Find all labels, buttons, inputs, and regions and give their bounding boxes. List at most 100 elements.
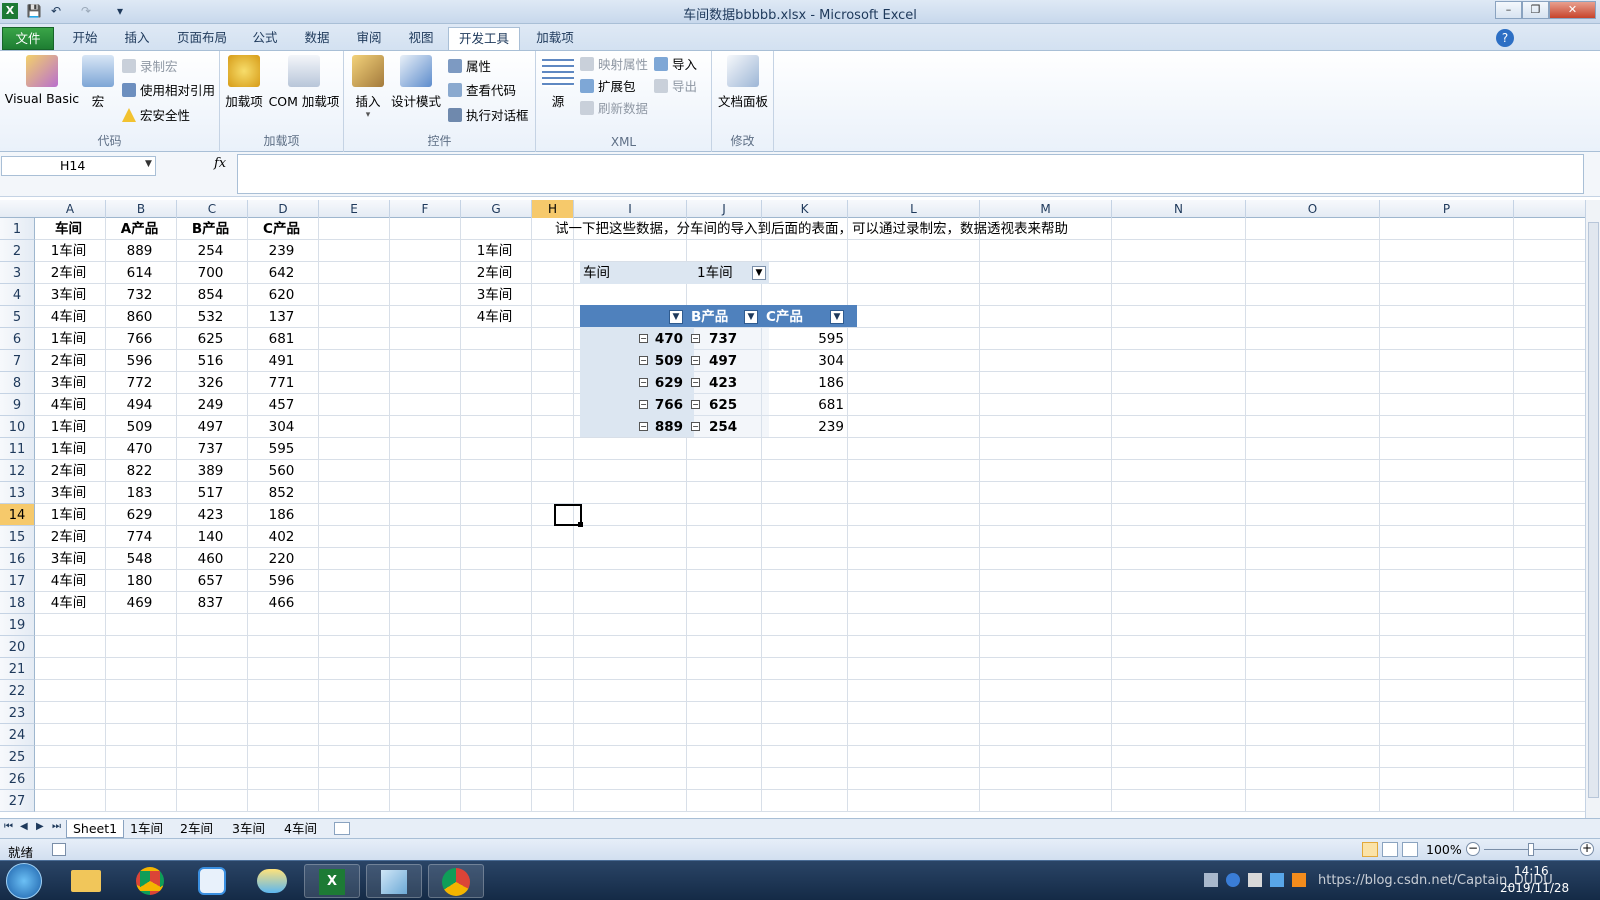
table-cell[interactable]: 596 bbox=[106, 350, 173, 372]
table-cell[interactable]: 620 bbox=[248, 284, 315, 306]
restore-button[interactable]: ❐ bbox=[1522, 1, 1549, 19]
taskbar-chrome-icon[interactable] bbox=[122, 864, 178, 898]
column-header-e[interactable]: E bbox=[319, 200, 390, 218]
table-cell[interactable]: 595 bbox=[248, 438, 315, 460]
taskbar-excel-icon[interactable]: X bbox=[304, 864, 360, 898]
table-cell[interactable]: 137 bbox=[248, 306, 315, 328]
taskbar-explorer-icon[interactable] bbox=[58, 864, 114, 898]
sheet-tab-sheet1[interactable]: Sheet1 bbox=[66, 820, 125, 838]
row-header-4[interactable]: 4 bbox=[0, 284, 35, 306]
formula-input[interactable] bbox=[237, 154, 1584, 194]
row-header-18[interactable]: 18 bbox=[0, 592, 35, 614]
row-header-1[interactable]: 1 bbox=[0, 218, 35, 240]
collapse-icon[interactable]: − bbox=[639, 334, 648, 343]
header-cell[interactable]: C产品 bbox=[248, 218, 315, 240]
macros-button[interactable]: 宏 bbox=[82, 55, 114, 110]
table-cell[interactable]: 470 bbox=[106, 438, 173, 460]
table-cell[interactable]: 2车间 bbox=[35, 460, 102, 482]
document-panel-button[interactable]: 文档面板 bbox=[716, 55, 770, 110]
collapse-icon[interactable]: − bbox=[691, 422, 700, 431]
row-header-21[interactable]: 21 bbox=[0, 658, 35, 680]
zoom-out-icon[interactable]: − bbox=[1466, 842, 1480, 856]
table-cell[interactable]: 657 bbox=[177, 570, 244, 592]
row-header-14[interactable]: 14 bbox=[0, 504, 35, 526]
collapse-icon[interactable]: − bbox=[639, 422, 648, 431]
table-cell[interactable]: 772 bbox=[106, 372, 173, 394]
zoom-in-icon[interactable]: + bbox=[1580, 842, 1594, 856]
table-cell[interactable]: 326 bbox=[177, 372, 244, 394]
note-text[interactable]: 试一下把这些数据，分车间的导入到后面的表面，可以通过录制宏，数据透视表来帮助 bbox=[555, 218, 1068, 240]
page-layout-view-icon[interactable] bbox=[1382, 842, 1398, 857]
column-header-p[interactable]: P bbox=[1380, 200, 1514, 218]
vertical-scrollbar[interactable] bbox=[1585, 200, 1600, 818]
table-cell[interactable]: 509 bbox=[106, 416, 173, 438]
start-button-icon[interactable] bbox=[6, 863, 42, 899]
close-button[interactable]: ✕ bbox=[1549, 1, 1596, 19]
row-header-15[interactable]: 15 bbox=[0, 526, 35, 548]
pivot-value[interactable]: 595 bbox=[762, 328, 844, 350]
header-cell[interactable]: B产品 bbox=[177, 218, 244, 240]
table-cell[interactable]: 700 bbox=[177, 262, 244, 284]
record-macro-button[interactable]: 录制宏 bbox=[122, 57, 178, 77]
row-header-23[interactable]: 23 bbox=[0, 702, 35, 724]
table-cell[interactable]: 852 bbox=[248, 482, 315, 504]
table-cell[interactable]: 681 bbox=[248, 328, 315, 350]
table-cell[interactable]: 4车间 bbox=[35, 394, 102, 416]
table-cell[interactable]: 4车间 bbox=[35, 592, 102, 614]
table-cell[interactable]: 560 bbox=[248, 460, 315, 482]
column-header-g[interactable]: G bbox=[461, 200, 532, 218]
row-header-27[interactable]: 27 bbox=[0, 790, 35, 812]
collapse-icon[interactable]: − bbox=[639, 400, 648, 409]
pivot-value[interactable]: 186 bbox=[762, 372, 844, 394]
row-header-16[interactable]: 16 bbox=[0, 548, 35, 570]
table-cell[interactable]: 140 bbox=[177, 526, 244, 548]
table-cell[interactable]: 2车间 bbox=[35, 350, 102, 372]
table-cell[interactable]: 497 bbox=[177, 416, 244, 438]
workshop-list-cell[interactable]: 1车间 bbox=[461, 240, 528, 262]
column-header-i[interactable]: I bbox=[574, 200, 687, 218]
row-header-20[interactable]: 20 bbox=[0, 636, 35, 658]
table-cell[interactable]: 239 bbox=[248, 240, 315, 262]
table-cell[interactable]: 596 bbox=[248, 570, 315, 592]
column-header-m[interactable]: M bbox=[980, 200, 1112, 218]
table-cell[interactable]: 548 bbox=[106, 548, 173, 570]
zoom-slider-thumb[interactable] bbox=[1528, 843, 1534, 856]
table-cell[interactable]: 3车间 bbox=[35, 548, 102, 570]
pivot-value[interactable]: 239 bbox=[762, 416, 844, 438]
table-cell[interactable]: 625 bbox=[177, 328, 244, 350]
design-mode-button[interactable]: 设计模式 bbox=[390, 55, 442, 110]
table-cell[interactable]: 389 bbox=[177, 460, 244, 482]
row-header-13[interactable]: 13 bbox=[0, 482, 35, 504]
column-header-c[interactable]: C bbox=[177, 200, 248, 218]
table-cell[interactable]: 402 bbox=[248, 526, 315, 548]
table-cell[interactable]: 774 bbox=[106, 526, 173, 548]
table-cell[interactable]: 629 bbox=[106, 504, 173, 526]
table-cell[interactable]: 491 bbox=[248, 350, 315, 372]
tab-data[interactable]: 数据 bbox=[292, 27, 342, 50]
sheet-tab-1[interactable]: 1车间 bbox=[124, 820, 169, 838]
table-cell[interactable]: 1车间 bbox=[35, 438, 102, 460]
table-cell[interactable]: 1车间 bbox=[35, 240, 102, 262]
row-header-3[interactable]: 3 bbox=[0, 262, 35, 284]
row-header-2[interactable]: 2 bbox=[0, 240, 35, 262]
macro-record-status-icon[interactable] bbox=[52, 843, 66, 856]
table-cell[interactable]: 254 bbox=[177, 240, 244, 262]
row-header-24[interactable]: 24 bbox=[0, 724, 35, 746]
sheet-nav-next-icon[interactable]: ▶ bbox=[36, 821, 44, 832]
tray-keyboard-icon[interactable] bbox=[1204, 873, 1218, 887]
row-header-26[interactable]: 26 bbox=[0, 768, 35, 790]
column-header-n[interactable]: N bbox=[1112, 200, 1246, 218]
row-header-6[interactable]: 6 bbox=[0, 328, 35, 350]
sheet-nav-first-icon[interactable]: ⏮ bbox=[4, 821, 13, 832]
table-cell[interactable]: 4车间 bbox=[35, 570, 102, 592]
table-cell[interactable]: 4车间 bbox=[35, 306, 102, 328]
table-cell[interactable]: 183 bbox=[106, 482, 173, 504]
column-header-b[interactable]: B bbox=[106, 200, 177, 218]
normal-view-icon[interactable] bbox=[1362, 842, 1378, 857]
workshop-list-cell[interactable]: 4车间 bbox=[461, 306, 528, 328]
table-cell[interactable]: 249 bbox=[177, 394, 244, 416]
header-cell[interactable]: A产品 bbox=[106, 218, 173, 240]
table-cell[interactable]: 732 bbox=[106, 284, 173, 306]
column-header-l[interactable]: L bbox=[848, 200, 980, 218]
table-cell[interactable]: 494 bbox=[106, 394, 173, 416]
